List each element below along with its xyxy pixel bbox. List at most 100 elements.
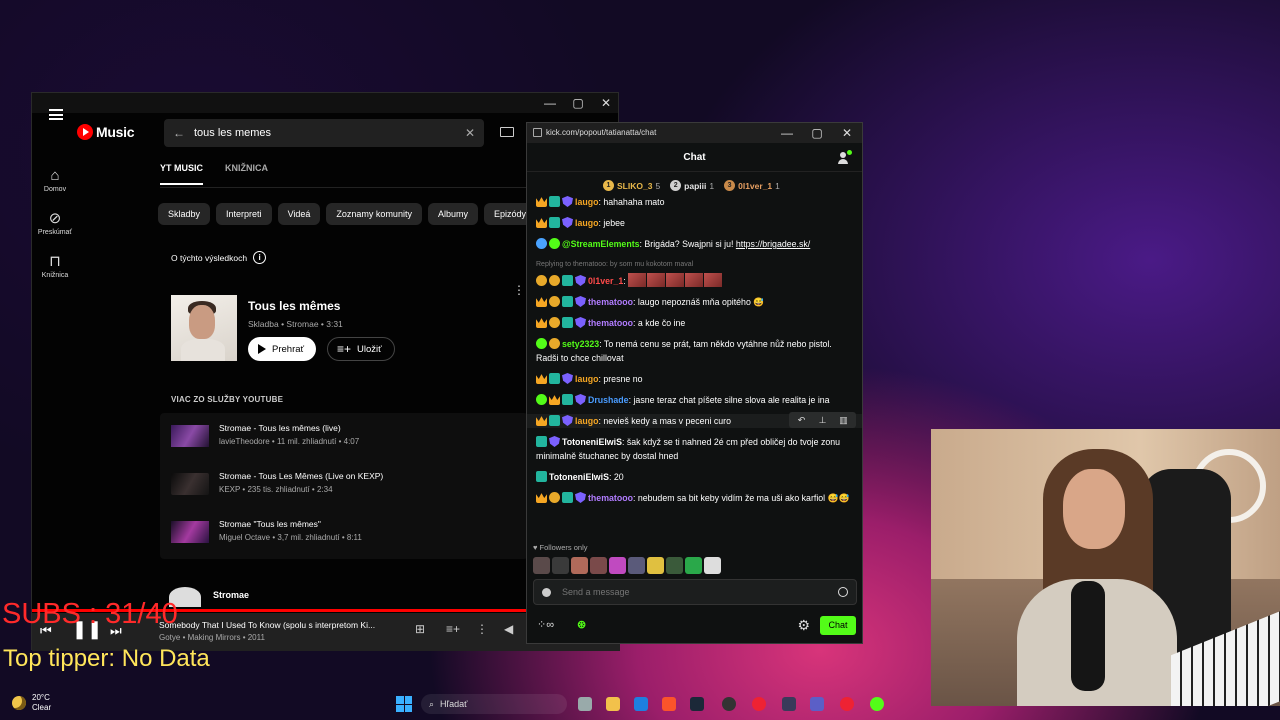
video-thumbnail[interactable] (171, 425, 209, 447)
video-title[interactable]: Stromae - Tous les mêmes (live) (219, 423, 341, 433)
kick-icon[interactable]: ⊛ (577, 618, 586, 631)
video-thumbnail[interactable] (171, 473, 209, 495)
chat-username[interactable]: @StreamElements (562, 239, 640, 249)
emote[interactable] (609, 557, 626, 574)
chat-username[interactable]: thematooo (588, 318, 633, 328)
chat-message[interactable]: laugo: presne no (536, 372, 854, 386)
expand-player-icon[interactable]: ◀ (504, 622, 513, 636)
emote[interactable] (647, 557, 664, 574)
brave-icon[interactable] (662, 697, 676, 711)
kick-app-icon[interactable] (870, 697, 884, 711)
taskbar-search[interactable]: ⌕ Hľadať (421, 694, 567, 714)
now-playing-subtitle[interactable]: Gotye • Making Mirrors • 2011 (159, 633, 265, 642)
chat-message[interactable]: laugo: nevieš kedy a mas v peceni curo ↶ ⊥… (527, 412, 862, 428)
video-title[interactable]: Stromae - Tous Les Mêmes (Live on KEXP) (219, 471, 383, 481)
maximize-button[interactable]: ▢ (803, 125, 831, 141)
emoji-icon[interactable] (838, 587, 848, 597)
video-item[interactable]: Stromae - Tous les mêmes (live) lavieThe… (171, 419, 461, 459)
chat-username[interactable]: thematooo (588, 297, 633, 307)
chat-username[interactable]: 0l1ver_1 (588, 276, 623, 286)
cast-icon[interactable] (500, 127, 514, 137)
emote[interactable] (704, 557, 721, 574)
top-result-title[interactable]: Tous les mêmes (248, 299, 340, 313)
settings-icon[interactable]: ⚙ (797, 617, 810, 634)
emote[interactable] (552, 557, 569, 574)
video-item[interactable]: Stromae "Tous les mêmes" Miguel Octave •… (171, 515, 461, 555)
mod-tools-icon[interactable]: ⁘∞ (537, 618, 554, 631)
emote[interactable] (685, 557, 702, 574)
file-explorer-icon[interactable] (606, 697, 620, 711)
chat-message[interactable]: sety2323: To nemá cenu se prát, tam někd… (536, 337, 854, 365)
chip-albums[interactable]: Albumy (427, 203, 478, 225)
chip-songs[interactable]: Skladby (158, 203, 211, 225)
leaderboard-entry[interactable]: 2 papiii 1 (670, 180, 714, 191)
chat-username[interactable]: laugo (575, 416, 598, 426)
chat-username[interactable]: TotoneniElwiS (562, 437, 622, 447)
leaderboard-entry[interactable]: 3 0l1ver_1 1 (724, 180, 780, 191)
emote[interactable] (571, 557, 588, 574)
clear-search-icon[interactable]: ✕ (456, 126, 484, 140)
emote[interactable] (590, 557, 607, 574)
obs-icon[interactable] (722, 697, 736, 711)
outlook-icon[interactable] (634, 697, 648, 711)
info-icon[interactable]: i (253, 251, 267, 264)
minimize-button[interactable]: — (773, 125, 801, 141)
back-arrow-icon[interactable]: ← (164, 126, 194, 140)
chat-message[interactable]: laugo: hahahaha mato (536, 195, 854, 209)
chat-message[interactable]: thematooo: nebudem sa bit keby vidím že … (536, 491, 854, 505)
tab-yt-music[interactable]: YT MUSIC (160, 163, 204, 185)
chat-message[interactable]: TotoneniElwiS: 20 (536, 470, 854, 484)
emote[interactable] (628, 557, 645, 574)
ytmusic-logo[interactable]: Music (77, 124, 134, 140)
more-options-icon[interactable]: ⋮ (513, 283, 525, 297)
close-button[interactable]: ✕ (592, 95, 620, 111)
chat-message[interactable]: thematooo: laugo nepoznáš mňa opitého 😅 (536, 295, 854, 309)
minimize-button[interactable]: — (536, 95, 564, 111)
chat-message[interactable]: laugo: jebee (536, 216, 854, 230)
video-item[interactable]: Stromae - Tous Les Mêmes (Live on KEXP) … (171, 467, 461, 507)
chip-videos[interactable]: Videá (277, 203, 321, 225)
video-thumbnail[interactable] (171, 521, 209, 543)
chat-username[interactable]: sety2323 (562, 339, 599, 349)
users-icon[interactable] (838, 150, 852, 164)
chat-username[interactable]: Drushade (588, 395, 629, 405)
chat-send-button[interactable]: Chat (820, 616, 856, 635)
weather-widget[interactable]: 20°C Clear (12, 693, 51, 713)
chat-message[interactable]: Replying to thematooo: by som mu kokotom… (536, 258, 854, 288)
chat-username[interactable]: thematooo (588, 493, 633, 503)
message-box[interactable] (533, 579, 857, 605)
emote[interactable] (666, 557, 683, 574)
chat-username[interactable]: laugo (575, 374, 598, 384)
more-options-icon[interactable]: ⋮ (476, 622, 488, 636)
app-icon[interactable] (782, 697, 796, 711)
chat-username[interactable]: laugo (575, 218, 598, 228)
send-message-input[interactable] (562, 584, 822, 600)
delete-icon[interactable]: ▥ (835, 413, 852, 427)
close-button[interactable]: ✕ (833, 125, 861, 141)
nav-explore[interactable]: ⊘ Preskúmať (32, 211, 78, 237)
pin-icon[interactable]: ⊥ (814, 413, 831, 427)
maximize-button[interactable]: ▢ (564, 95, 592, 111)
task-view-icon[interactable] (578, 697, 592, 711)
emote[interactable] (533, 557, 550, 574)
album-cover[interactable] (171, 295, 237, 361)
play-button[interactable]: Prehrať (248, 337, 317, 361)
search-bar[interactable]: ← tous les memes ✕ (164, 119, 484, 147)
reply-context[interactable]: Replying to thematooo: by som mu kokotom… (536, 258, 854, 272)
youtube-icon[interactable] (840, 697, 854, 711)
chip-artists[interactable]: Interpreti (216, 203, 272, 225)
save-button[interactable]: ≡+ Uložiť (327, 337, 395, 361)
steam-icon[interactable] (690, 697, 704, 711)
chat-message[interactable]: TotoneniElwiS: šak když se ti nahned 2é … (536, 435, 854, 463)
chat-message[interactable]: thematooo: a kde čo ine (536, 316, 854, 330)
artist-name[interactable]: Stromae (213, 590, 249, 600)
menu-icon[interactable] (49, 109, 63, 120)
search-input[interactable]: tous les memes (194, 127, 456, 139)
chip-community-playlists[interactable]: Zoznamy komunity (326, 203, 422, 225)
start-button[interactable] (396, 696, 412, 712)
nav-library[interactable]: ⊓ Knižnica (32, 254, 78, 280)
reply-icon[interactable]: ↶ (793, 413, 810, 427)
chat-username[interactable]: laugo (575, 197, 598, 207)
now-playing-title[interactable]: Somebody That I Used To Know (spolu s in… (159, 620, 375, 630)
chat-message[interactable]: @StreamElements: Brigáda? Swajpni si ju!… (536, 237, 854, 251)
